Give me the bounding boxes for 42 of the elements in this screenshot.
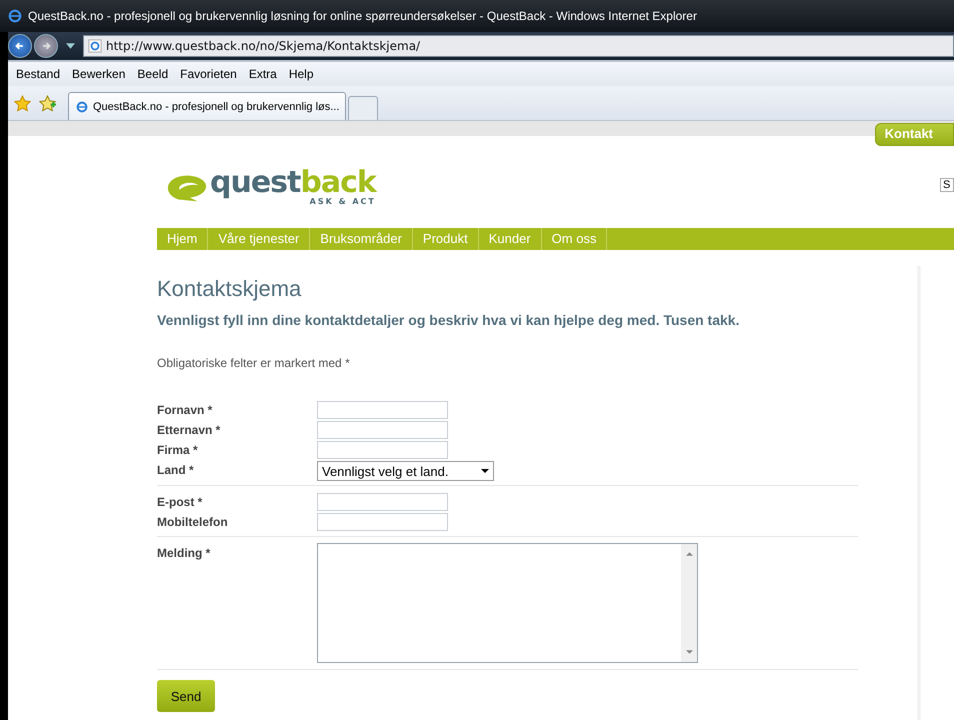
- add-favorite-icon[interactable]: [39, 94, 56, 112]
- page-heading: Kontaktskjema: [157, 276, 302, 302]
- field-label: Melding *: [157, 545, 212, 560]
- browser-tab[interactable]: QuestBack.no - profesjonell og brukervennlig løs...: [68, 92, 346, 120]
- scroll-up-icon[interactable]: [686, 552, 692, 556]
- send-button[interactable]: Send: [157, 680, 215, 712]
- logo[interactable]: questback ASK & ACT: [166, 169, 376, 206]
- required-note: Obligatoriske felter er markert med *: [157, 356, 351, 370]
- input-field[interactable]: [317, 493, 448, 511]
- browser-icon: [8, 9, 22, 23]
- caret-icon: [481, 469, 489, 473]
- page-icon: [88, 39, 102, 53]
- menu-item[interactable]: Beeld: [133, 67, 176, 81]
- back-button[interactable]: [8, 34, 32, 58]
- scroll-down-icon[interactable]: [686, 650, 692, 654]
- menu-item[interactable]: Help: [284, 67, 322, 81]
- input-field[interactable]: [317, 401, 448, 419]
- new-tab-button[interactable]: [348, 96, 378, 120]
- field-label: Mobiltelefon: [157, 514, 229, 529]
- forward-button[interactable]: [34, 34, 58, 58]
- field-label: Fornavn *: [157, 402, 214, 417]
- intro-text: Vennligst fyll inn dine kontaktdetaljer og beskriv hva vi kan hjelpe deg med. Tusen takk.: [157, 312, 740, 328]
- input-field[interactable]: [317, 513, 448, 531]
- field-label: Etternavn *: [157, 422, 222, 437]
- menu-item[interactable]: Extra: [244, 67, 285, 81]
- dropdown-icon[interactable]: [66, 43, 75, 49]
- window-title: QuestBack.no - profesjonell og brukervennlig løsning for online spørreundersøkelser - QuestBack - Windows Internet Explorer: [28, 9, 697, 23]
- field-label: E-post *: [157, 494, 204, 509]
- menu-item[interactable]: Bewerken: [68, 67, 134, 81]
- scrollbar[interactable]: [681, 544, 697, 662]
- address-field[interactable]: http://www.questback.no/no/Skjema/Kontaktskjema/: [83, 35, 954, 57]
- star-icon[interactable]: [14, 94, 31, 112]
- input-field[interactable]: [317, 421, 448, 439]
- message-field[interactable]: [317, 543, 698, 663]
- menu-item[interactable]: Favorieten: [176, 67, 245, 81]
- field-label: Land *: [157, 462, 195, 477]
- input-field[interactable]: [317, 441, 448, 459]
- browser-icon: [75, 100, 89, 114]
- search-field[interactable]: S: [940, 178, 954, 192]
- menu-item[interactable]: Bestand: [12, 67, 68, 81]
- field-label: Firma *: [157, 442, 199, 457]
- country-dropdown[interactable]: Vennligst velg et land.: [317, 461, 494, 481]
